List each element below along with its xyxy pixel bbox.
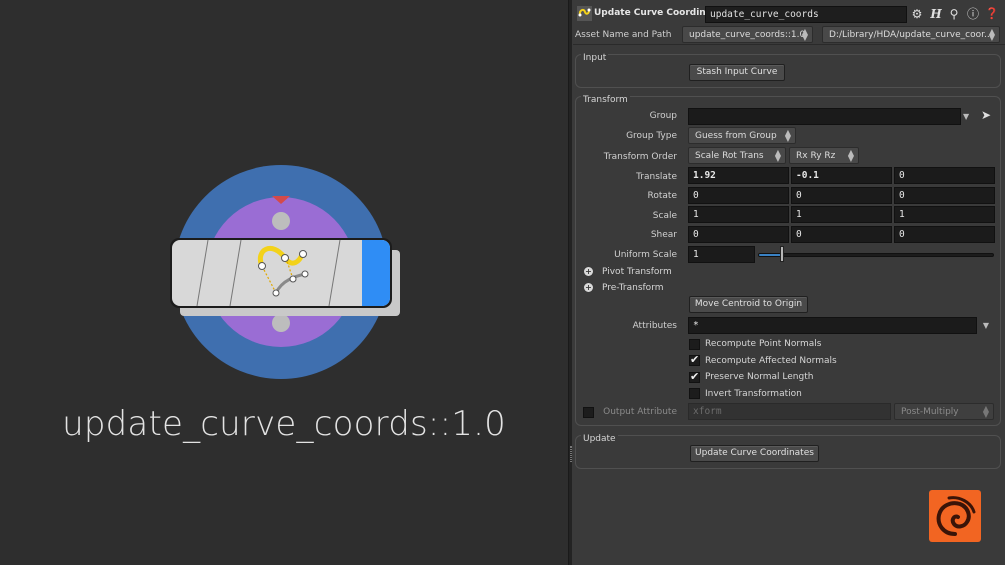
rotate-y-field[interactable]: 0 xyxy=(791,187,892,204)
asset-name-value: update_curve_coords::1.0 xyxy=(689,30,806,40)
uniform-scale-slider[interactable] xyxy=(758,253,994,257)
expand-plus-icon[interactable]: + xyxy=(584,283,593,292)
node-type-icon xyxy=(577,6,592,21)
chevron-updown-icon: ▲ ▼ xyxy=(988,27,995,42)
update-folder-title: Update xyxy=(581,434,618,444)
recompute-affected-normals-toggle[interactable]: ✔ xyxy=(689,353,700,366)
checkmark-icon: ✔ xyxy=(690,370,700,383)
asset-path-combo[interactable]: D:/Library/HDA/update_curve_coor... ▲ ▼ xyxy=(822,26,1000,43)
info-icon[interactable]: ⓘ xyxy=(965,6,981,22)
asset-name-label: Asset Name and Path xyxy=(575,30,672,40)
translate-label: Translate xyxy=(636,172,677,182)
scale-z-field[interactable]: 1 xyxy=(894,206,995,223)
transform-folder-title: Transform xyxy=(581,95,630,105)
search-icon[interactable]: ⚲ xyxy=(946,6,962,22)
transform-order-label: Transform Order xyxy=(603,152,677,162)
node-name-input[interactable]: update_curve_coords xyxy=(705,6,907,23)
asset-row: Asset Name and Path update_curve_coords:… xyxy=(573,25,1005,45)
recompute-affected-normals-label: Recompute Affected Normals xyxy=(705,356,837,366)
asset-path-value: D:/Library/HDA/update_curve_coor... xyxy=(829,30,993,40)
pivot-transform-folder[interactable]: Pivot Transform xyxy=(602,267,672,277)
output-attribute-input[interactable]: xform xyxy=(688,403,891,420)
recompute-point-normals-label: Recompute Point Normals xyxy=(705,339,822,349)
attributes-input[interactable]: * xyxy=(688,317,977,334)
output-mode-value: Post-Multiply xyxy=(901,407,959,417)
node-body[interactable] xyxy=(172,240,390,306)
invert-transformation-label: Invert Transformation xyxy=(705,389,802,399)
translate-y-field[interactable]: -0.1 xyxy=(791,167,892,184)
divider xyxy=(573,44,1005,45)
group-type-label: Group Type xyxy=(626,131,677,141)
invert-transformation-toggle[interactable] xyxy=(689,388,700,399)
rotate-label: Rotate xyxy=(647,191,677,201)
group-input[interactable] xyxy=(688,108,961,125)
node-display-flag[interactable] xyxy=(362,240,390,306)
houdini-logo-icon xyxy=(929,490,981,542)
preserve-normal-length-toggle[interactable]: ✔ xyxy=(689,370,700,383)
shear-label: Shear xyxy=(650,230,677,240)
expand-plus-icon[interactable]: + xyxy=(584,267,593,276)
node-graphic[interactable] xyxy=(0,0,568,400)
param-header: Update Curve Coordinates update_curve_co… xyxy=(573,2,1005,24)
transform-order-combo[interactable]: Scale Rot Trans ▲ ▼ xyxy=(688,147,786,164)
shear-z-field[interactable]: 0 xyxy=(894,226,995,243)
shear-y-field[interactable]: 0 xyxy=(791,226,892,243)
scale-y-field[interactable]: 1 xyxy=(791,206,892,223)
recompute-point-normals-toggle[interactable] xyxy=(689,339,700,350)
gear-icon[interactable]: ⚙ xyxy=(909,6,925,22)
node-input-connector[interactable] xyxy=(272,212,290,230)
asset-name-combo[interactable]: update_curve_coords::1.0 ▲ ▼ xyxy=(682,26,813,43)
update-curve-coordinates-button[interactable]: Update Curve Coordinates xyxy=(690,445,819,462)
attributes-dropdown-icon[interactable]: ▼ xyxy=(979,317,993,334)
chevron-updown-icon: ▲ ▼ xyxy=(801,27,808,42)
group-label: Group xyxy=(649,111,677,121)
uniform-scale-field[interactable]: 1 xyxy=(688,246,755,263)
preserve-normal-length-label: Preserve Normal Length xyxy=(705,372,814,382)
question-icon[interactable]: ❓ xyxy=(984,6,1000,22)
chevron-updown-icon: ▲ ▼ xyxy=(982,404,989,419)
chevron-updown-icon: ▲ ▼ xyxy=(774,148,781,163)
translate-x-field[interactable]: 1.92 xyxy=(688,167,789,184)
chevron-updown-icon: ▲ ▼ xyxy=(847,148,854,163)
attributes-label: Attributes xyxy=(632,321,677,331)
group-dropdown-icon[interactable]: ▼ xyxy=(963,108,974,125)
node-label: update_curve_coords::1.0 xyxy=(62,404,506,444)
translate-z-field[interactable]: 0 xyxy=(894,167,995,184)
transform-order-value: Scale Rot Trans xyxy=(695,151,764,161)
chevron-updown-icon: ▲ ▼ xyxy=(784,128,791,143)
shear-x-field[interactable]: 0 xyxy=(688,226,789,243)
update-folder: Update Update Curve Coordinates xyxy=(575,434,1001,469)
rotation-order-value: Rx Ry Rz xyxy=(796,151,836,161)
scale-label: Scale xyxy=(652,211,677,221)
input-folder: Input Stash Input Curve xyxy=(575,53,1001,88)
input-folder-title: Input xyxy=(581,53,609,63)
splitter-grip[interactable] xyxy=(570,446,572,462)
parameter-pane: Update Curve Coordinates update_curve_co… xyxy=(573,0,1005,565)
output-attribute-label: Output Attribute xyxy=(603,407,677,417)
node-output-connector[interactable] xyxy=(272,314,290,332)
select-arrow-icon[interactable]: ➤ xyxy=(981,108,991,122)
help-h-icon[interactable]: H xyxy=(928,6,944,22)
checkmark-icon: ✔ xyxy=(690,353,700,366)
rotation-order-combo[interactable]: Rx Ry Rz ▲ ▼ xyxy=(789,147,859,164)
uniform-scale-slider-handle[interactable] xyxy=(780,246,784,262)
rotate-x-field[interactable]: 0 xyxy=(688,187,789,204)
group-type-value: Guess from Group xyxy=(695,131,777,141)
move-centroid-button[interactable]: Move Centroid to Origin xyxy=(689,296,808,313)
stash-input-curve-button[interactable]: Stash Input Curve xyxy=(689,64,785,81)
group-type-combo[interactable]: Guess from Group ▲ ▼ xyxy=(688,127,796,144)
network-view[interactable]: update_curve_coords::1.0 xyxy=(0,0,568,565)
uniform-scale-slider-fill xyxy=(759,254,783,256)
uniform-scale-label: Uniform Scale xyxy=(614,250,677,260)
scale-x-field[interactable]: 1 xyxy=(688,206,789,223)
pre-transform-folder[interactable]: Pre-Transform xyxy=(602,283,664,293)
output-mode-combo[interactable]: Post-Multiply ▲ ▼ xyxy=(894,403,994,420)
rotate-z-field[interactable]: 0 xyxy=(894,187,995,204)
